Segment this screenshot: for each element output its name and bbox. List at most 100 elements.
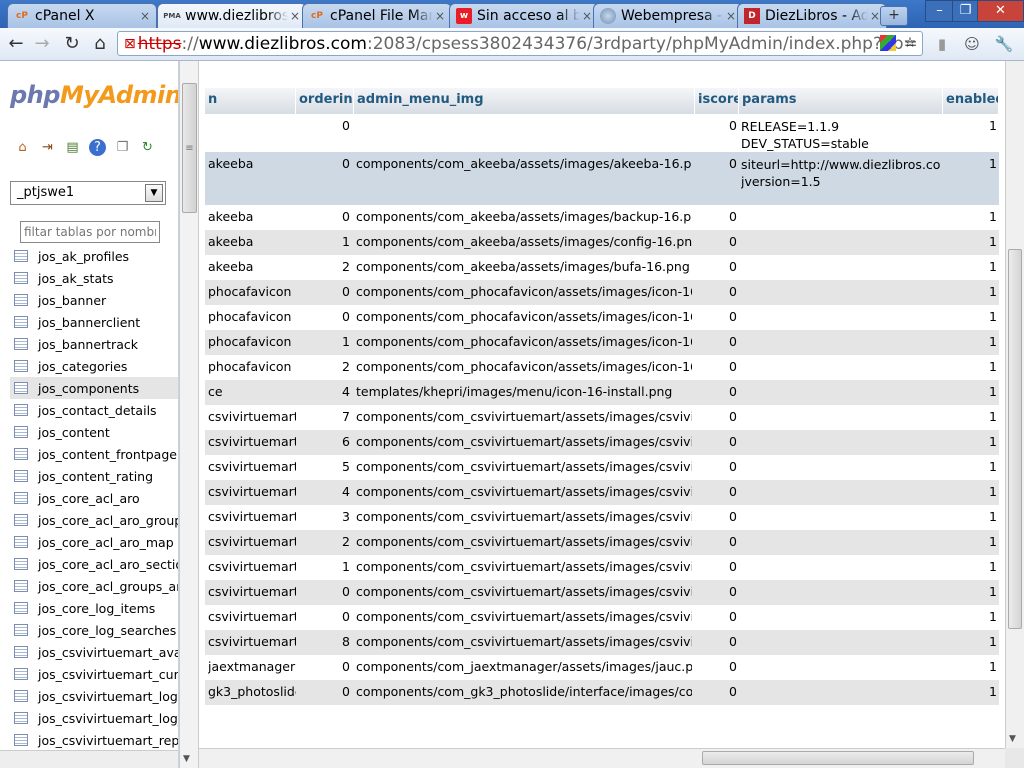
column-header-ordering[interactable]: ordering (296, 88, 354, 114)
browser-tab[interactable]: cP cPanel File Manager× (302, 3, 452, 28)
table-icon[interactable] (14, 470, 28, 482)
table-list-label[interactable]: jos_csvivirtuemart_available_fields (38, 645, 178, 660)
table-row[interactable]: phocafavicon 0 components/com_phocafavicon… (205, 280, 999, 305)
table-list-label[interactable]: jos_contact_details (38, 403, 157, 418)
table-list-label[interactable]: jos_ak_profiles (38, 249, 129, 264)
bookmark-star-icon[interactable]: ☆ (902, 35, 918, 51)
table-icon[interactable] (14, 382, 28, 394)
table-list-label[interactable]: jos_core_acl_aro_sections (38, 557, 178, 572)
column-header-admin-menu-img[interactable]: admin_menu_img (354, 88, 695, 114)
logout-icon[interactable]: ⇥ (39, 139, 56, 156)
reload-icon[interactable]: ↻ (139, 139, 156, 156)
table-icon[interactable] (14, 316, 28, 328)
table-list-label[interactable]: jos_core_acl_aro_map (38, 535, 174, 550)
table-row[interactable]: akeeba 2 components/com_akeeba/assets/imag… (205, 255, 999, 280)
forward-arrow-icon[interactable]: → (30, 32, 54, 56)
table-list-label[interactable]: jos_ak_stats (38, 271, 114, 286)
browser-tab[interactable]: PMA www.diezlibros.com× (157, 3, 307, 28)
column-header-name[interactable]: n (205, 88, 296, 114)
scrollbar-thumb[interactable]: ≡ (182, 83, 197, 213)
new-tab-button[interactable]: + (880, 6, 908, 26)
home-icon[interactable]: ⌂ (88, 32, 112, 56)
table-list-item[interactable]: jos_content_rating (10, 465, 178, 487)
table-row[interactable]: phocafavicon 2 components/com_phocafavicon… (205, 355, 999, 380)
content-vertical-scrollbar[interactable]: ▼ (1005, 61, 1024, 748)
table-row[interactable]: akeeba 0 components/com_akeeba/assets/imag… (205, 205, 999, 230)
back-arrow-icon[interactable]: ← (4, 32, 28, 56)
table-list-item[interactable]: jos_content_frontpage (10, 443, 178, 465)
table-row[interactable]: csvivirtuemart 4 components/com_csvivirtue… (205, 480, 999, 505)
minimize-icon[interactable]: – (925, 0, 954, 22)
phpmyadmin-logo[interactable]: phpMyAdmin (10, 81, 178, 109)
close-tab-icon[interactable]: × (288, 9, 302, 23)
scroll-down-icon[interactable]: ▼ (1009, 734, 1016, 744)
browser-tab[interactable]: DDiezLibros - Administración× (737, 3, 887, 28)
close-window-icon[interactable]: ✕ (977, 0, 1024, 22)
table-icon[interactable] (14, 734, 28, 746)
table-list-label[interactable]: jos_csvivirtuemart_log_details (38, 711, 178, 726)
table-list-item[interactable]: jos_banner (10, 289, 178, 311)
table-list-item[interactable]: jos_csvivirtuemart_logs (10, 685, 178, 707)
table-list-item[interactable]: jos_core_acl_aro_sections (10, 553, 178, 575)
scrollbar-thumb[interactable] (702, 751, 974, 765)
reload-icon[interactable]: ↻ (60, 32, 84, 56)
table-list-label[interactable]: jos_banner (38, 293, 106, 308)
table-row[interactable]: akeeba 1 components/com_akeeba/assets/imag… (205, 230, 999, 255)
chevron-down-icon[interactable]: ▼ (145, 184, 163, 202)
table-list-label[interactable]: jos_categories (38, 359, 127, 374)
close-tab-icon[interactable]: × (138, 9, 152, 23)
scroll-down-icon[interactable]: ▼ (183, 754, 190, 764)
table-list-item[interactable]: jos_csvivirtuemart_currency (10, 663, 178, 685)
table-icon[interactable] (14, 580, 28, 592)
table-icon[interactable] (14, 602, 28, 614)
table-row[interactable]: csvivirtuemart 0 components/com_csvivirtue… (205, 580, 999, 605)
close-tab-icon[interactable]: × (433, 9, 447, 23)
scrollbar-thumb[interactable] (1008, 249, 1022, 629)
table-icon[interactable] (14, 272, 28, 284)
table-list-item[interactable]: jos_csvivirtuemart_available_fields (10, 641, 178, 663)
table-icon[interactable] (14, 426, 28, 438)
page-action-icon[interactable] (880, 35, 896, 51)
table-row[interactable]: gk3_photoslide 0 components/com_gk3_photos… (205, 680, 999, 705)
close-tab-icon[interactable]: × (724, 9, 738, 23)
table-icon[interactable] (14, 404, 28, 416)
table-list-item[interactable]: jos_components (10, 377, 178, 399)
table-list-item[interactable]: jos_categories (10, 355, 178, 377)
table-list-item[interactable]: jos_bannertrack (10, 333, 178, 355)
column-header-params[interactable]: params (739, 88, 943, 114)
table-icon[interactable] (14, 668, 28, 680)
table-list-label[interactable]: jos_bannertrack (38, 337, 138, 352)
table-list-item[interactable]: jos_core_log_items (10, 597, 178, 619)
table-icon[interactable] (14, 294, 28, 306)
table-row[interactable]: csvivirtuemart 6 components/com_csvivirtue… (205, 430, 999, 455)
table-icon[interactable] (14, 558, 28, 570)
table-list-item[interactable]: jos_bannerclient (10, 311, 178, 333)
table-list-label[interactable]: jos_core_log_items (38, 601, 155, 616)
address-bar[interactable]: ⊠ https :// www.diezlibros.com :2083/cps… (117, 31, 923, 56)
table-row[interactable]: akeeba 0 components/com_akeeba/assets/imag… (205, 152, 999, 205)
help-icon[interactable]: ? (89, 139, 106, 156)
table-list-label[interactable]: jos_csvivirtuemart_currency (38, 667, 178, 682)
table-list-item[interactable]: jos_core_log_searches (10, 619, 178, 641)
table-icon[interactable] (14, 492, 28, 504)
broken-lock-icon[interactable]: ⊠ (124, 36, 136, 52)
table-row[interactable]: csvivirtuemart 5 components/com_csvivirtue… (205, 455, 999, 480)
table-row[interactable]: csvivirtuemart 3 components/com_csvivirtue… (205, 505, 999, 530)
browser-tab[interactable]: cP cPanel X × (7, 3, 157, 28)
left-horizontal-scrollbar[interactable] (0, 750, 178, 768)
table-row[interactable]: phocafavicon 1 components/com_phocafavicon… (205, 330, 999, 355)
table-list-item[interactable]: jos_core_acl_aro_groups (10, 509, 178, 531)
table-list-label[interactable]: jos_content_frontpage (38, 447, 177, 462)
table-list-label[interactable]: jos_core_acl_groups_aro_map (38, 579, 178, 594)
table-row[interactable]: csvivirtuemart 1 components/com_csvivirtue… (205, 555, 999, 580)
profile-icon[interactable]: ☺ (962, 34, 982, 54)
table-row[interactable]: csvivirtuemart 8 components/com_csvivirtue… (205, 630, 999, 655)
table-row[interactable]: ce 4 templates/khepri/images/menu/icon-16-… (205, 380, 999, 405)
table-icon[interactable] (14, 250, 28, 262)
table-list-label[interactable]: jos_content_rating (38, 469, 153, 484)
table-icon[interactable] (14, 514, 28, 526)
table-list-item[interactable]: jos_content (10, 421, 178, 443)
home-icon[interactable]: ⌂ (14, 139, 31, 156)
table-list-label[interactable]: jos_components (38, 381, 139, 396)
table-list-label[interactable]: jos_bannerclient (38, 315, 140, 330)
